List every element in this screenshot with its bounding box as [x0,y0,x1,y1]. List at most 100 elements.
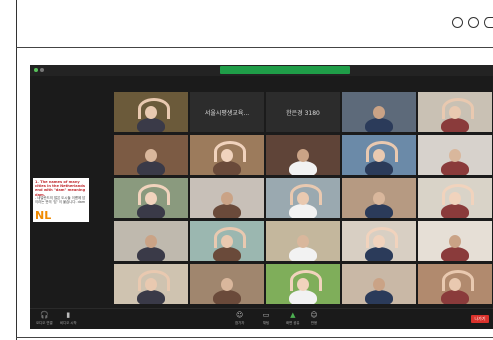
close-circle-icon[interactable] [484,17,493,28]
maximize-circle-icon[interactable] [468,17,479,28]
participant-head [221,278,233,291]
participant-body [213,161,241,175]
participant-body [441,247,469,261]
security-shield-icon[interactable] [34,68,38,72]
heart-gesture-arms [290,270,322,291]
leave-meeting-button[interactable]: 나가기 [471,315,489,323]
participant-body [213,204,241,218]
heart-gesture-arms [138,98,170,119]
video-camera-icon: ▮ [66,311,71,319]
window-bottom-edge [16,337,493,338]
heart-gesture-arms [214,227,246,248]
participant-body [365,118,393,132]
heart-gesture-arms [442,270,474,291]
participant-head [449,235,461,248]
heart-gesture-arms [442,98,474,119]
participant-video-tile[interactable] [190,178,264,218]
toolbar-label: 화면 공유 [286,321,300,325]
heart-gesture-arms [214,141,246,162]
participant-head [373,278,385,291]
participant-video-tile[interactable] [190,221,264,261]
participant-video-tile[interactable] [342,135,416,175]
participant-body [213,247,241,261]
participant-body [213,290,241,304]
participant-body [289,204,317,218]
toolbar-share-screen[interactable]: ▲ 화면 공유 [286,312,300,326]
toolbar-reactions[interactable]: ☺ 반응 [310,312,318,326]
participant-body [137,118,165,132]
participant-video-tile[interactable] [266,178,340,218]
participant-head [449,149,461,162]
heart-gesture-arms [366,227,398,248]
toolbar-video[interactable]: ▮ 비디오 시작 [60,311,77,326]
participant-video-tile[interactable] [114,221,188,261]
shared-slide-caption: - 네덜란드의 많은 도시들 이름에 담이라는 뜻의 '담' 이 붙습니다. d… [35,196,86,204]
participant-body [441,204,469,218]
people-icon: ☺ [236,311,244,319]
participant-head [297,235,309,248]
participant-video-tile[interactable] [342,264,416,304]
info-icon[interactable] [40,68,44,72]
participant-body [365,247,393,261]
toolbar-participants[interactable]: ☺ 참가자 [235,311,245,326]
heart-gesture-arms [442,184,474,205]
participant-body [441,118,469,132]
participant-body [137,204,165,218]
participant-name-placeholder: 서울시평생교육... [204,110,250,117]
participant-video-tile[interactable] [342,178,416,218]
participant-video-tile[interactable] [114,135,188,175]
nl-logo: NL [35,209,52,222]
participant-head [373,192,385,205]
heart-gesture-arms [366,141,398,162]
participant-video-tile[interactable] [418,92,492,132]
zoom-meeting-window: 1. The names of many cities in the Nethe… [30,65,493,329]
participant-name-placeholder: 한은경 3180 [286,110,320,117]
toolbar-label: 반응 [310,321,318,325]
participant-video-tile[interactable] [418,264,492,304]
participant-video-tile[interactable] [190,264,264,304]
participant-body [289,161,317,175]
toolbar-label: 참가자 [235,321,245,325]
participant-video-tile[interactable] [266,135,340,175]
toolbar-audio[interactable]: 🎧 오디오 연결 [36,311,53,326]
participant-body [441,290,469,304]
zoom-title-bar [30,65,493,76]
participant-head [373,106,385,119]
chat-bubble-icon: ▭ [262,311,270,319]
heart-gesture-arms [138,270,170,291]
toolbar-label: 비디오 시작 [60,321,77,325]
participant-head [145,149,157,162]
participant-video-tile[interactable] [418,221,492,261]
participant-head [145,235,157,248]
toolbar-chat[interactable]: ▭ 채팅 [262,311,270,326]
recording-banner [220,66,350,74]
participant-body [137,247,165,261]
participant-head [221,192,233,205]
participant-body [137,161,165,175]
shared-slide-title: 1. The names of many cities in the Nethe… [35,180,86,197]
participant-video-tile[interactable] [190,135,264,175]
participant-body [365,204,393,218]
participant-video-tile[interactable] [342,92,416,132]
participant-head [297,149,309,162]
headphones-icon: 🎧 [40,311,50,319]
toolbar-label: 오디오 연결 [36,321,53,325]
shared-screen-thumbnail[interactable]: 1. The names of many cities in the Nethe… [33,178,89,222]
participant-video-tile[interactable] [342,221,416,261]
participant-body [137,290,165,304]
participant-video-tile[interactable] [266,221,340,261]
participant-video-tile[interactable]: 한은경 3180 [266,92,340,132]
toolbar-label: 채팅 [262,321,270,325]
participant-video-tile[interactable] [114,92,188,132]
participant-video-tile[interactable] [114,178,188,218]
participant-video-tile[interactable] [114,264,188,304]
participant-body [365,161,393,175]
heart-gesture-arms [138,184,170,205]
minimize-circle-icon[interactable] [452,17,463,28]
participant-video-tile[interactable] [418,135,492,175]
heart-gesture-arms [290,184,322,205]
participant-video-tile[interactable] [418,178,492,218]
participant-video-tile[interactable] [266,264,340,304]
participant-video-tile[interactable]: 서울시평생교육... [190,92,264,132]
participant-body [289,290,317,304]
